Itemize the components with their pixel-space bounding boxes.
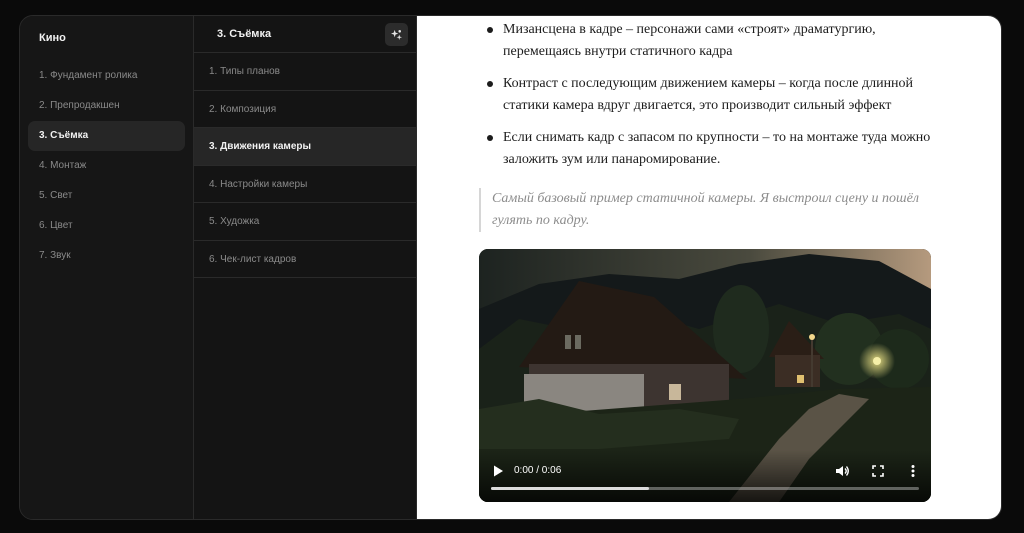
volume-icon[interactable]: [834, 463, 850, 479]
sidebar-item-shooting[interactable]: 3. Съёмка: [28, 121, 185, 151]
chapter-item-art-direction[interactable]: 5. Художка: [194, 203, 416, 241]
quote-block: Самый базовый пример статичной камеры. Я…: [479, 188, 919, 232]
video-progress-fill: [491, 487, 650, 490]
chapter-item-shot-checklist[interactable]: 6. Чек-лист кадров: [194, 241, 416, 278]
sidebar-item-sound[interactable]: 7. Звук: [28, 241, 185, 271]
sidebar-item-light[interactable]: 5. Свет: [28, 181, 185, 211]
chapter-item-camera-movement[interactable]: 3. Движения камеры: [194, 128, 416, 166]
fullscreen-icon[interactable]: [870, 463, 886, 479]
sidebar-item-editing[interactable]: 4. Монтаж: [28, 151, 185, 181]
chapter-item-composition[interactable]: 2. Композиция: [194, 91, 416, 128]
chapter-item-camera-settings[interactable]: 4. Настройки камеры: [194, 166, 416, 203]
lesson-content: Мизансцена в кадре – персонажи сами «стр…: [417, 16, 1001, 519]
list-item: Если снимать кадр с запасом по крупности…: [487, 127, 947, 171]
list-item: Контраст с последующим движением камеры …: [487, 73, 947, 117]
course-sidebar: Кино 1. Фундамент ролика 2. Препродакшен…: [20, 16, 194, 519]
sidebar-item-color[interactable]: 6. Цвет: [28, 211, 185, 241]
sparkle-icon: [391, 29, 402, 40]
play-icon[interactable]: [492, 464, 504, 478]
chapter-header: 3. Съёмка: [194, 16, 416, 53]
video-time: 0:00 / 0:06: [514, 465, 562, 476]
chapter-list: 3. Съёмка 1. Типы планов 2. Композиция 3…: [194, 16, 417, 519]
app-title: Кино: [39, 32, 66, 44]
video-progress-bar[interactable]: [491, 487, 919, 490]
video-player[interactable]: 0:00 / 0:06: [479, 249, 931, 502]
sidebar-item-preproduction[interactable]: 2. Препродакшен: [28, 91, 185, 121]
bullet-list: Мизансцена в кадре – персонажи сами «стр…: [487, 19, 947, 181]
video-controls: 0:00 / 0:06: [479, 450, 931, 502]
sidebar-item-foundation[interactable]: 1. Фундамент ролика: [28, 61, 185, 91]
app-window: Кино 1. Фундамент ролика 2. Препродакшен…: [19, 15, 1002, 520]
more-options-icon[interactable]: [905, 463, 921, 479]
list-item: Мизансцена в кадре – персонажи сами «стр…: [487, 19, 947, 63]
sparkle-button[interactable]: [385, 22, 408, 46]
chapter-item-shot-types[interactable]: 1. Типы планов: [194, 53, 416, 91]
chapter-title: 3. Съёмка: [217, 28, 272, 40]
